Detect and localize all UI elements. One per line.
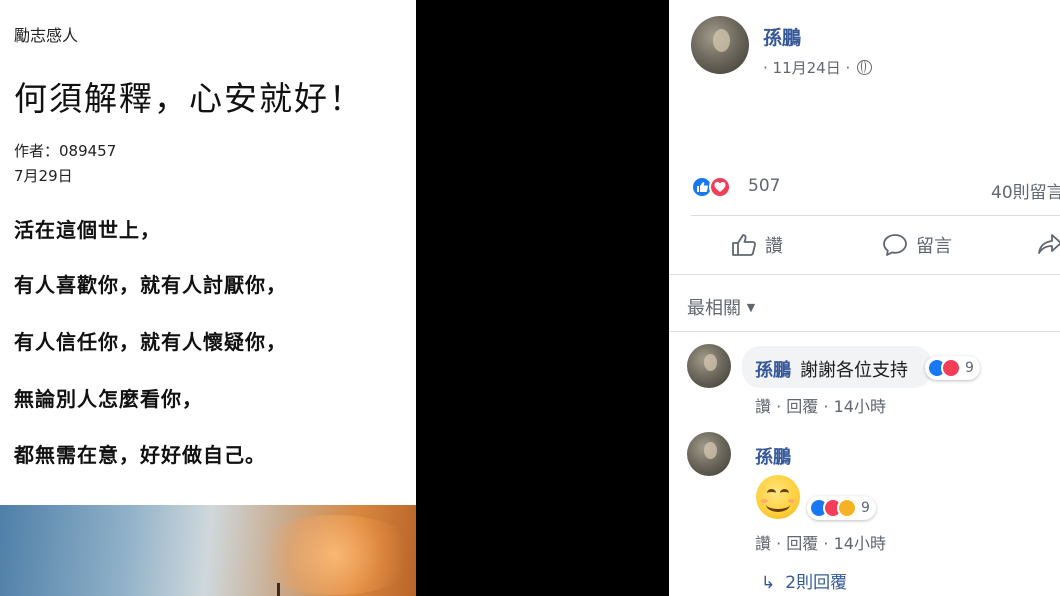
thumbs-up-icon [732, 234, 756, 256]
article-date: 7月29日 [14, 167, 73, 185]
article-author: 作者：089457 [14, 142, 117, 160]
post-timestamp[interactable]: · 11月24日 · [763, 59, 850, 77]
separator-dot: · [776, 534, 782, 553]
sort-dropdown[interactable]: 最相關 ▼ [687, 294, 755, 320]
comment-author-name[interactable]: 孫鵬 [755, 443, 791, 469]
love-reaction-icon[interactable] [709, 176, 731, 198]
divider [669, 274, 1060, 275]
reaction-count[interactable]: 507 [748, 176, 780, 196]
globe-icon[interactable] [857, 60, 873, 75]
comment-reaction-count: 9 [861, 500, 870, 516]
comment-text: 謝謝各位支持 [800, 360, 908, 381]
sort-label: 最相關 [687, 298, 741, 319]
caret-down-icon: ▼ [746, 301, 756, 314]
article-line: 有人信任你，就有人懷疑你， [14, 330, 287, 354]
comment-author-name[interactable]: 孫鵬 [755, 356, 791, 382]
love-reaction-icon [941, 358, 961, 378]
post-meta: · 11月24日 · [763, 57, 873, 78]
separator-dot: · [823, 397, 829, 416]
separator-dot: · [823, 534, 829, 553]
avatar[interactable] [691, 16, 749, 74]
comment-button-label: 留言 [916, 236, 952, 257]
article-panel: 勵志感人 何須解釋，心安就好！ 作者：089457 7月29日 活在這個世上， … [0, 0, 416, 596]
like-button-label: 讚 [765, 236, 783, 257]
article-line: 有人喜歡你，就有人討厭你， [14, 273, 287, 297]
speech-bubble-icon [883, 234, 907, 256]
replies-count-label: 2則回覆 [785, 573, 848, 593]
comment-reply-link[interactable]: 回覆 [786, 397, 818, 416]
avatar[interactable] [687, 344, 731, 388]
comment-reaction-count: 9 [965, 360, 974, 376]
article-line: 活在這個世上， [14, 218, 161, 242]
haha-reaction-icon [837, 498, 857, 518]
view-replies-link[interactable]: ↳ 2則回覆 [761, 568, 847, 593]
comment-like-link[interactable]: 讚 [755, 534, 771, 553]
divider [669, 331, 1060, 332]
avatar[interactable] [687, 432, 731, 476]
smiling-face-emoji-icon [756, 475, 800, 519]
comment-reactions[interactable]: 9 [925, 356, 980, 380]
share-arrow-icon [1038, 234, 1060, 254]
facebook-post-panel: 孫鵬 · 11月24日 · 507 40則留言 讚 留言 最相關 ▼ 孫鵬 謝謝… [669, 0, 1060, 596]
article-photo [0, 505, 416, 596]
article-title: 何須解釋，心安就好！ [14, 79, 364, 118]
separator-dot: · [776, 397, 782, 416]
post-author-name[interactable]: 孫鵬 [763, 23, 801, 50]
reply-arrow-icon: ↳ [761, 573, 776, 593]
article-line: 無論別人怎麼看你， [14, 387, 203, 411]
article-category[interactable]: 勵志感人 [14, 22, 78, 46]
comment-timestamp[interactable]: 14小時 [834, 534, 886, 553]
comment-button[interactable]: 留言 [882, 232, 952, 258]
comment-actions: 讚 · 回覆 · 14小時 [755, 393, 886, 417]
like-button[interactable]: 讚 [731, 232, 783, 258]
comment-reply-link[interactable]: 回覆 [786, 534, 818, 553]
article-line: 都無需在意，好好做自己。 [14, 443, 266, 467]
comment-timestamp[interactable]: 14小時 [834, 397, 886, 416]
comment-reactions[interactable]: 9 [807, 496, 876, 520]
comment-like-link[interactable]: 讚 [755, 397, 771, 416]
comment-count[interactable]: 40則留言 [991, 178, 1060, 203]
divider [691, 215, 1060, 216]
share-button[interactable] [1037, 232, 1060, 256]
comment-actions: 讚 · 回覆 · 14小時 [755, 530, 886, 554]
